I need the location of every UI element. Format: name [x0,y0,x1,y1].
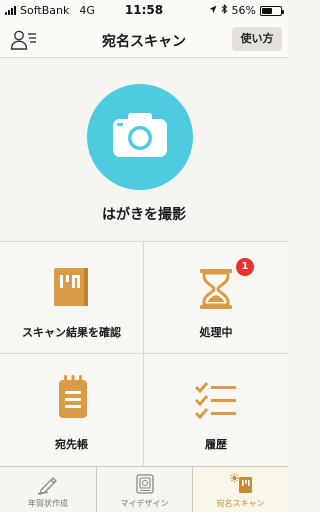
address-book-label: 宛先帳 [55,438,88,451]
notepad-icon [56,374,90,424]
hourglass-icon [198,268,234,314]
tab-address-scan-label: 宛名スキャン [216,499,265,508]
checklist-icon [194,380,238,424]
capture-label: はがきを撮影 [102,207,186,223]
menu-grid: スキャン結果を確認 1 処理中 宛先帳 履歴 [0,242,288,466]
status-right: 56% [209,3,284,17]
card-icon [52,266,92,312]
history-label: 履歴 [205,438,227,451]
camera-icon [113,113,167,157]
tab-my-design-label: マイデザイン [120,499,169,508]
history-tile[interactable]: 履歴 [144,354,288,466]
processing-label: 処理中 [199,326,233,339]
battery-percent: 56% [231,4,256,17]
bluetooth-icon [221,3,228,17]
battery-icon [260,5,284,16]
processing-tile[interactable]: 1 処理中 [144,242,288,354]
tab-address-scan[interactable]: 宛名スキャン [192,467,288,512]
tab-new-year-card[interactable]: 年賀状作成 [0,467,96,512]
battery-fill [262,7,273,14]
scan-icon [230,473,254,499]
scan-results-label: スキャン結果を確認 [22,326,121,339]
design-icon [134,473,156,499]
address-book-tile[interactable]: 宛先帳 [0,354,144,466]
tab-bar: 年賀状作成 マイデザイン 宛名スキャン [0,466,288,512]
scan-results-tile[interactable]: スキャン結果を確認 [0,242,144,354]
tab-new-year-card-label: 年賀状作成 [28,499,68,508]
camera-button[interactable] [87,84,193,190]
location-icon [209,4,217,17]
status-bar: SoftBank 4G 11:58 56% [0,0,288,20]
pencil-icon [37,473,59,499]
nav-bar: 宛名スキャン 使い方 [0,20,288,58]
tab-my-design[interactable]: マイデザイン [96,467,192,512]
capture-postcard-area[interactable]: はがきを撮影 [0,58,288,242]
processing-count-badge: 1 [236,258,254,276]
help-button[interactable]: 使い方 [232,27,282,51]
